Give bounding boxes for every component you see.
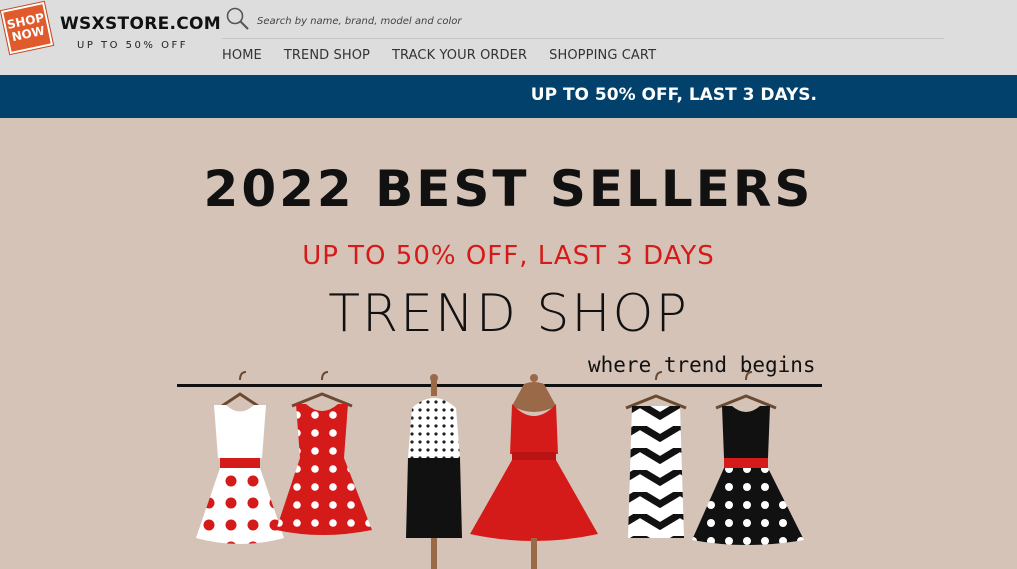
dress-white-red-dots[interactable]: [196, 371, 284, 544]
site-header: SHOP NOW WSXSTORE.COM UP TO 50% OFF HOME…: [0, 0, 1017, 75]
brand-tagline: UP TO 50% OFF: [77, 40, 188, 51]
dress-red-halter[interactable]: [470, 374, 598, 569]
dresses-illustration: [196, 371, 804, 569]
search-input[interactable]: [257, 12, 857, 30]
dress-red-white-dots[interactable]: [276, 371, 372, 535]
nav-track-order[interactable]: TRACK YOUR ORDER: [392, 48, 527, 63]
dress-black-white-dots[interactable]: [692, 371, 804, 545]
nav-shopping-cart[interactable]: SHOPPING CART: [549, 48, 656, 63]
nav-home[interactable]: HOME: [222, 48, 262, 63]
hero-banner[interactable]: 2022 BEST SELLERS UP TO 50% OFF, LAST 3 …: [0, 118, 1017, 569]
dress-black-white-chevron[interactable]: [625, 371, 687, 538]
brand-name[interactable]: WSXSTORE.COM: [60, 14, 221, 34]
dress-black-white-top[interactable]: [406, 374, 462, 569]
shop-now-logo[interactable]: SHOP NOW: [0, 0, 55, 56]
promo-text[interactable]: UP TO 50% OFF, LAST 3 DAYS.: [531, 85, 817, 105]
nav-trend-shop[interactable]: TREND SHOP: [284, 48, 370, 63]
promo-bar: UP TO 50% OFF, LAST 3 DAYS.: [0, 75, 1017, 118]
search-bar: [222, 4, 944, 39]
search-icon[interactable]: [225, 6, 251, 32]
main-nav: HOME TREND SHOP TRACK YOUR ORDER SHOPPIN…: [222, 48, 678, 63]
